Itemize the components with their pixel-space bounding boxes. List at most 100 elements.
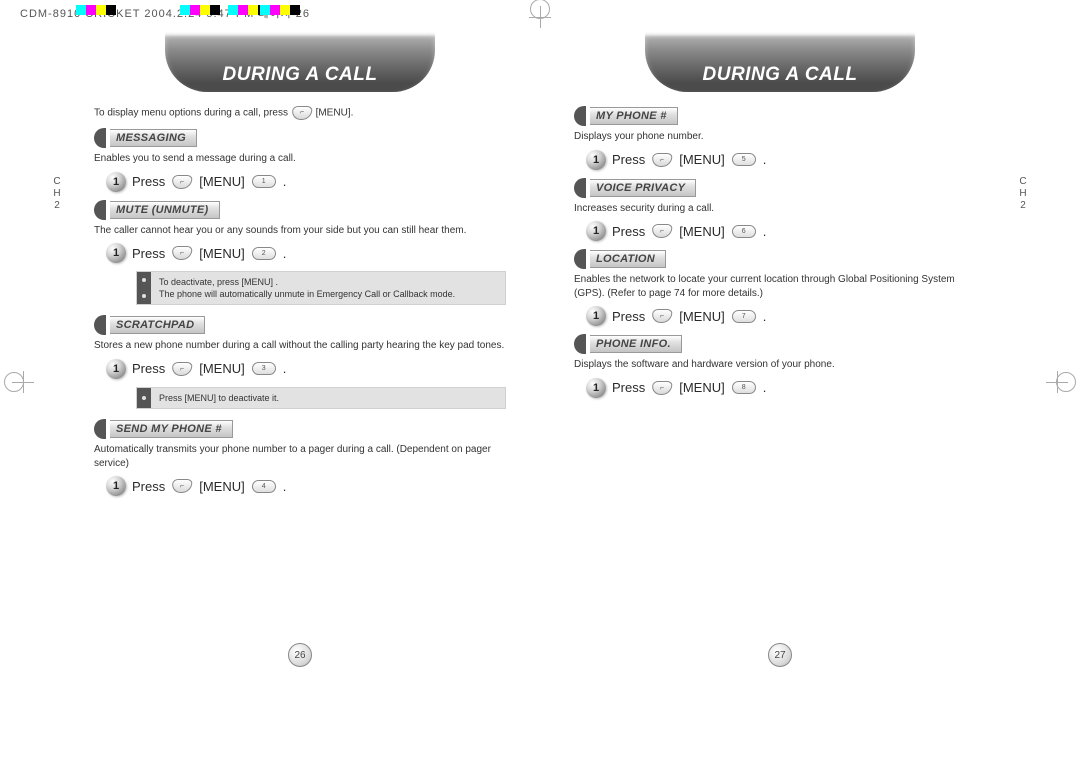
press-label: Press [132,246,165,261]
menu-label: [MENU] [199,174,245,189]
press-label: Press [132,479,165,494]
page-right: C H 2 DURING A CALL MY PHONE # Displays … [540,28,1020,673]
color-bar-2 [180,5,220,15]
menu-label: [MENU] [199,361,245,376]
crop-circle-top [530,0,550,19]
softkey-icon: ⌐ [651,381,672,395]
page-banner-right: DURING A CALL [645,32,915,92]
section-label: SEND MY PHONE # [110,420,233,438]
section-label: SCRATCHPAD [110,316,205,334]
bullet-icon [94,419,106,439]
key-icon: 4 [252,480,276,493]
key-icon: 3 [252,362,276,375]
send-my-phone-step: 1 Press ⌐ [MENU] 4. [106,476,524,496]
section-location: LOCATION [574,249,1004,269]
chapter-tab-left: C H 2 [50,176,64,212]
phone-info-step: 1 Press ⌐ [MENU] 8. [586,378,1004,398]
phone-info-desc: Displays the software and hardware versi… [556,358,1004,372]
page-number-left: 26 [288,643,312,667]
step-number-icon: 1 [586,221,606,241]
intro-text: To display menu options during a call, p… [76,106,524,120]
key-icon: 2 [252,247,276,260]
note-strip-icon [137,272,151,304]
section-label: LOCATION [590,250,666,268]
voice-privacy-step: 1 Press ⌐ [MENU] 6. [586,221,1004,241]
chapter-tab-right: C H 2 [1016,176,1030,212]
press-label: Press [612,224,645,239]
bullet-icon [574,249,586,269]
scratchpad-step: 1 Press ⌐ [MENU] 3. [106,359,524,379]
crop-circle-right [1056,372,1076,392]
location-desc: Enables the network to locate your curre… [556,273,1004,300]
step-number-icon: 1 [586,150,606,170]
step-number-icon: 1 [586,306,606,326]
voice-privacy-desc: Increases security during a call. [556,202,1004,216]
bullet-icon [574,334,586,354]
menu-label: [MENU] [679,152,725,167]
page-left: C H 2 DURING A CALL To display menu opti… [60,28,540,673]
note-line-2: The phone will automatically unmute in E… [159,288,497,300]
press-label: Press [612,380,645,395]
softkey-icon: ⌐ [651,153,672,167]
section-send-my-phone: SEND MY PHONE # [94,419,524,439]
menu-label: [MENU] [679,224,725,239]
menu-label: [MENU] [679,309,725,324]
messaging-desc: Enables you to send a message during a c… [76,152,524,166]
bullet-icon [94,128,106,148]
step-number-icon: 1 [106,476,126,496]
menu-label: [MENU] [199,479,245,494]
section-messaging: MESSAGING [94,128,524,148]
bullet-icon [574,178,586,198]
softkey-icon: ⌐ [171,479,192,493]
mute-step: 1 Press ⌐ [MENU] 2. [106,243,524,263]
section-label: MESSAGING [110,129,197,147]
page-number-right: 27 [768,643,792,667]
section-scratchpad: SCRATCHPAD [94,315,524,335]
section-label: MY PHONE # [590,107,678,125]
intro-part1: To display menu options during a call, p… [94,108,288,119]
scratchpad-note: Press [MENU] to deactivate it. [136,387,506,409]
mute-note: To deactivate, press [MENU] . The phone … [136,271,506,305]
note-text: Press [MENU] to deactivate it. [137,388,505,408]
page-spread: C H 2 DURING A CALL To display menu opti… [60,28,1020,673]
section-label: VOICE PRIVACY [590,179,696,197]
menu-label: [MENU] [199,246,245,261]
color-bar-1 [76,5,116,15]
softkey-icon: ⌐ [291,106,312,120]
my-phone-desc: Displays your phone number. [556,130,1004,144]
bullet-icon [574,106,586,126]
softkey-icon: ⌐ [171,362,192,376]
step-number-icon: 1 [106,172,126,192]
press-label: Press [612,309,645,324]
key-icon: 7 [732,310,756,323]
menu-label: [MENU] [679,380,725,395]
section-phone-info: PHONE INFO. [574,334,1004,354]
color-bar-4 [260,5,300,15]
step-number-icon: 1 [586,378,606,398]
key-icon: 5 [732,153,756,166]
section-my-phone: MY PHONE # [574,106,1004,126]
key-icon: 8 [732,381,756,394]
messaging-step: 1 Press ⌐ [MENU] 1. [106,172,524,192]
bullet-icon [94,315,106,335]
note-line-1: To deactivate, press [MENU] . [159,276,497,288]
section-label: MUTE (UNMUTE) [110,201,220,219]
step-number-icon: 1 [106,359,126,379]
press-label: Press [132,361,165,376]
section-label: PHONE INFO. [590,335,682,353]
softkey-icon: ⌐ [651,309,672,323]
page-banner-left: DURING A CALL [165,32,435,92]
note-strip-icon [137,388,151,408]
step-number-icon: 1 [106,243,126,263]
bullet-icon [94,200,106,220]
intro-part2: [MENU]. [316,108,354,119]
press-label: Press [612,152,645,167]
crop-circle-left [4,372,24,392]
location-step: 1 Press ⌐ [MENU] 7. [586,306,1004,326]
softkey-icon: ⌐ [171,175,192,189]
softkey-icon: ⌐ [651,224,672,238]
softkey-icon: ⌐ [171,246,192,260]
my-phone-step: 1 Press ⌐ [MENU] 5. [586,150,1004,170]
key-icon: 6 [732,225,756,238]
section-voice-privacy: VOICE PRIVACY [574,178,1004,198]
